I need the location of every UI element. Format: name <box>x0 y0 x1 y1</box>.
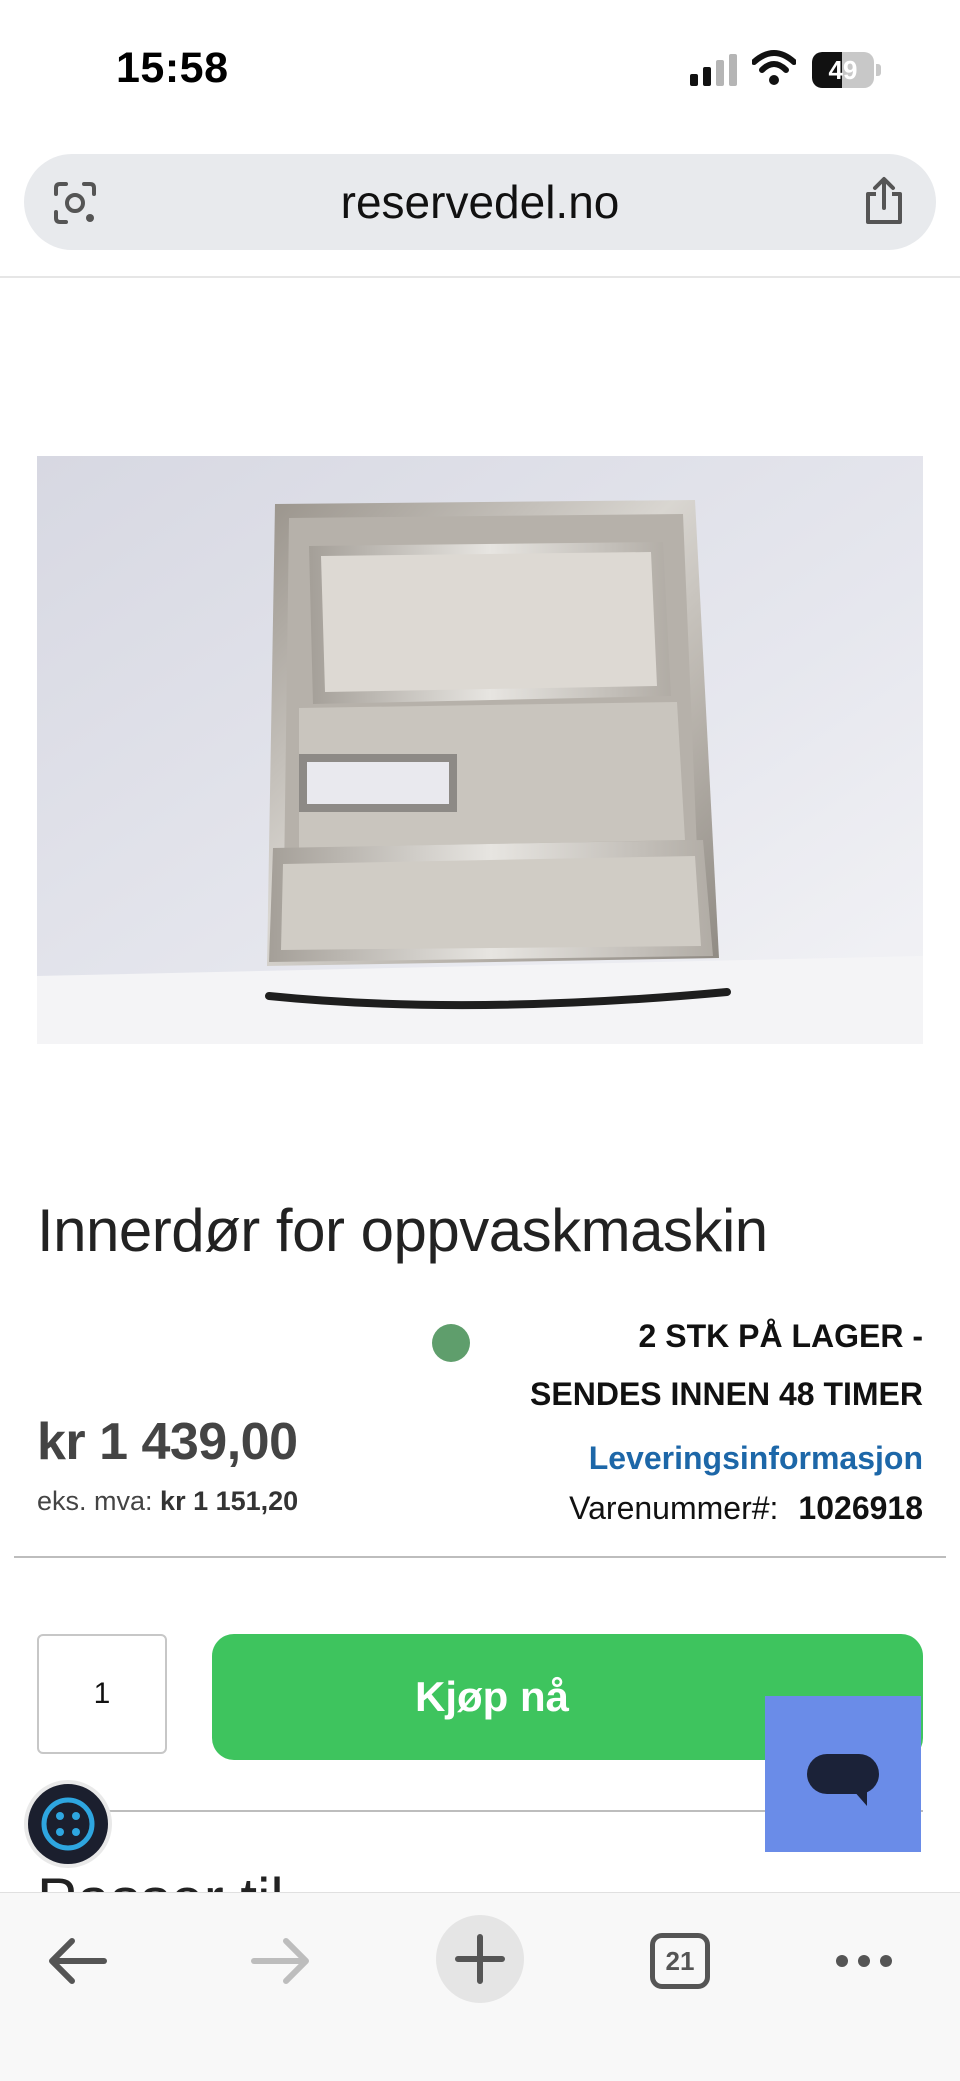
delivery-info-link[interactable]: Leveringsinformasjon <box>589 1440 923 1477</box>
sku-label: Varenummer#: <box>569 1490 779 1526</box>
price-ex-vat-value: kr 1 151,20 <box>160 1486 299 1516</box>
price-ex-vat-row: eks. mva: kr 1 151,20 <box>37 1486 298 1517</box>
status-bar: 15:58 49 <box>0 0 960 140</box>
quantity-input[interactable] <box>37 1634 167 1754</box>
cellular-signal-icon <box>690 54 737 86</box>
sku-value: 1026918 <box>798 1490 923 1526</box>
browser-toolbar: 21 <box>0 1892 960 2081</box>
sku-row: Varenummer#: 1026918 <box>569 1490 923 1527</box>
tab-count: 21 <box>665 1946 695 1976</box>
price: kr 1 439,00 <box>37 1413 298 1471</box>
url-text[interactable]: reservedel.no <box>24 154 936 250</box>
cookie-settings-icon <box>41 1797 95 1851</box>
section-heading-partial: Passer til ... <box>37 1870 350 1892</box>
price-ex-vat-label: eks. mva: <box>37 1486 153 1516</box>
product-image[interactable] <box>37 456 923 1044</box>
shipping-time-text: SENDES INNEN 48 TIMER <box>530 1376 923 1412</box>
stock-status-indicator <box>432 1324 470 1362</box>
product-title: Innerdør for oppvaskmaskin <box>37 1197 768 1264</box>
forward-arrow-icon[interactable] <box>248 1933 312 1989</box>
chat-button[interactable] <box>765 1696 921 1852</box>
address-bar[interactable]: reservedel.no <box>24 154 936 250</box>
divider <box>14 1556 946 1558</box>
cookie-settings-button[interactable] <box>24 1780 112 1868</box>
chat-bubble-icon <box>807 1754 879 1806</box>
wifi-icon <box>752 50 796 85</box>
plus-icon <box>455 1934 505 1984</box>
buy-now-label: Kjøp nå <box>415 1673 569 1720</box>
battery-level: 49 <box>828 55 858 85</box>
status-time: 15:58 <box>116 44 229 92</box>
divider <box>0 276 960 278</box>
tabs-icon[interactable]: 21 <box>650 1933 710 1989</box>
battery-indicator: 49 <box>812 52 882 88</box>
more-icon[interactable] <box>832 1945 896 1977</box>
new-tab-button[interactable] <box>436 1915 524 2003</box>
stock-status-text: 2 STK PÅ LAGER - <box>638 1318 923 1354</box>
back-arrow-icon[interactable] <box>46 1933 110 1989</box>
share-icon[interactable] <box>862 176 906 226</box>
